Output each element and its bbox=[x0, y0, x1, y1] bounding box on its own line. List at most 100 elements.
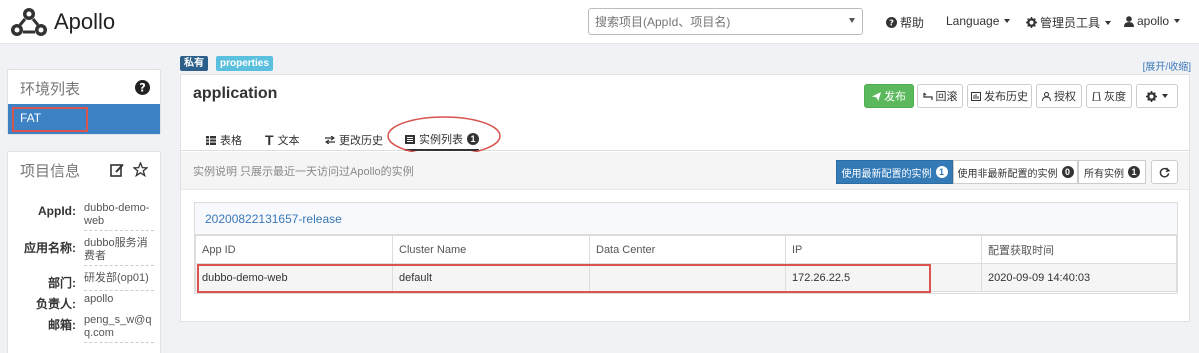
text-icon: T bbox=[265, 132, 274, 148]
gray-release-button[interactable]: 灰度 bbox=[1086, 84, 1132, 108]
tab-text[interactable]: T 文本 bbox=[265, 129, 300, 151]
info-row-app-name: 应用名称: dubbo服务消费者 bbox=[8, 237, 160, 266]
apollo-logo-icon bbox=[11, 8, 47, 36]
publish-label: 发布 bbox=[884, 91, 906, 103]
info-row-email: 邮箱: peng_s_w@qq.com bbox=[8, 314, 160, 343]
svg-text:?: ? bbox=[889, 18, 894, 28]
user-icon bbox=[1124, 15, 1134, 27]
namespace-tabs: 表格 T 文本 更改历史 实例列表 1 bbox=[181, 129, 1189, 151]
release-instances-box: 20200822131657-release App ID Cluster Na… bbox=[194, 202, 1178, 294]
filter-count: 1 bbox=[1128, 166, 1140, 178]
user-icon bbox=[1042, 91, 1051, 101]
column-header: IP bbox=[785, 235, 982, 264]
namespace-title: application bbox=[193, 85, 278, 102]
env-list-title: 环境列表 bbox=[20, 80, 81, 98]
column-header: Data Center bbox=[589, 235, 786, 264]
admin-tools-dropdown[interactable]: 管理员工具 bbox=[1026, 14, 1112, 31]
rollback-button[interactable]: 回滚 bbox=[917, 84, 963, 108]
search-input[interactable] bbox=[589, 9, 834, 34]
authorize-button[interactable]: 授权 bbox=[1036, 84, 1082, 108]
gear-icon bbox=[1146, 90, 1157, 102]
info-value: apollo bbox=[84, 293, 114, 305]
table-icon bbox=[206, 135, 216, 145]
gear-icon bbox=[1026, 17, 1037, 28]
private-badge: 私有 bbox=[180, 56, 208, 71]
caret-icon bbox=[1174, 19, 1181, 23]
instance-filter-bar: 实例说明 只展示最近一天访问过Apollo的实例 使用最新配置的实例 1 使用非… bbox=[181, 152, 1189, 190]
gray-release-label: 灰度 bbox=[1104, 91, 1126, 103]
filter-non-latest-config[interactable]: 使用非最新配置的实例 0 bbox=[953, 160, 1078, 184]
info-value: 研发部(op01) bbox=[84, 272, 154, 291]
column-header: 配置获取时间 bbox=[981, 235, 1177, 264]
column-header: App ID bbox=[195, 235, 393, 264]
info-value: dubbo-demo-web bbox=[84, 202, 154, 231]
filter-all-instances[interactable]: 所有实例 1 bbox=[1078, 160, 1146, 184]
filter-count: 0 bbox=[1061, 166, 1074, 178]
user-name: apollo bbox=[1137, 14, 1170, 28]
tab-label: 更改历史 bbox=[339, 135, 383, 147]
tab-table[interactable]: 表格 bbox=[206, 129, 242, 151]
user-dropdown[interactable]: apollo bbox=[1124, 14, 1181, 28]
apollo-logo[interactable]: Apollo bbox=[8, 6, 115, 38]
rollback-label: 回滚 bbox=[935, 91, 958, 103]
info-row-appid: AppId: dubbo-demo-web bbox=[8, 202, 160, 231]
brand-name: Apollo bbox=[54, 9, 116, 34]
refresh-button[interactable] bbox=[1151, 160, 1178, 184]
settings-dropdown-button[interactable] bbox=[1136, 84, 1178, 108]
project-info-header: 项目信息 bbox=[8, 152, 160, 188]
highlight-ellipse bbox=[387, 116, 501, 156]
column-header: Cluster Name bbox=[392, 235, 590, 264]
refresh-icon bbox=[1159, 166, 1170, 177]
filter-label: 所有实例 bbox=[1084, 168, 1124, 180]
info-key: 应用名称: bbox=[24, 241, 76, 255]
info-row-owner: 负责人: apollo bbox=[8, 293, 160, 312]
swap-icon bbox=[325, 136, 335, 144]
table-header-row: App ID Cluster Name Data Center IP 配置获取时… bbox=[195, 235, 1177, 264]
edit-icon[interactable] bbox=[110, 163, 124, 177]
rollback-icon bbox=[922, 92, 933, 100]
publish-button[interactable]: 发布 bbox=[864, 84, 914, 108]
admin-tools-label: 管理员工具 bbox=[1040, 16, 1101, 30]
filter-label: 使用最新配置的实例 bbox=[841, 168, 932, 180]
filter-count: 1 bbox=[935, 166, 948, 178]
release-name: 20200822131657-release bbox=[195, 203, 1177, 235]
tab-label: 表格 bbox=[220, 135, 242, 147]
tab-change-history[interactable]: 更改历史 bbox=[325, 129, 383, 151]
language-label: Language bbox=[946, 14, 1000, 28]
caret-icon bbox=[1004, 19, 1011, 23]
info-key: AppId: bbox=[38, 204, 76, 218]
filter-label: 使用非最新配置的实例 bbox=[957, 168, 1058, 180]
star-icon[interactable] bbox=[133, 162, 148, 177]
chevron-down-icon bbox=[849, 18, 855, 23]
help-icon: ? bbox=[886, 17, 897, 28]
info-key: 邮箱: bbox=[48, 318, 76, 332]
help-icon[interactable]: ? bbox=[135, 80, 150, 95]
send-icon bbox=[872, 91, 881, 101]
gray-release-icon bbox=[1092, 91, 1101, 101]
history-icon bbox=[971, 91, 981, 101]
project-search-select[interactable] bbox=[588, 8, 863, 35]
env-list-header: 环境列表 ? bbox=[8, 70, 160, 106]
highlight-box bbox=[12, 107, 88, 132]
instance-note: 实例说明 只展示最近一天访问过Apollo的实例 bbox=[193, 166, 414, 178]
expand-collapse-link[interactable]: [展开/收缩] bbox=[1143, 58, 1191, 73]
info-value: dubbo服务消费者 bbox=[84, 237, 154, 266]
env-list-panel: 环境列表 ? FAT bbox=[7, 69, 161, 135]
filter-latest-config[interactable]: 使用最新配置的实例 1 bbox=[836, 160, 953, 184]
info-key: 部门: bbox=[48, 276, 76, 290]
info-key: 负责人: bbox=[36, 297, 76, 311]
release-history-button[interactable]: 发布历史 bbox=[967, 84, 1032, 108]
project-info-title: 项目信息 bbox=[20, 162, 81, 180]
project-info-panel: 项目信息 AppId: dubbo-demo-web 应用名称: dubbo服务… bbox=[7, 151, 161, 353]
tab-label: 文本 bbox=[277, 135, 300, 147]
language-dropdown[interactable]: Language bbox=[946, 14, 1011, 28]
caret-icon bbox=[1105, 20, 1112, 25]
release-history-label: 发布历史 bbox=[984, 91, 1028, 103]
namespace-panel: application 发布 回滚 发布历史 授权 灰度 表格 T 文本 更改历… bbox=[180, 74, 1190, 322]
help-link[interactable]: ? 帮助 bbox=[886, 14, 924, 31]
help-label: 帮助 bbox=[900, 16, 925, 30]
info-row-department: 部门: 研发部(op01) bbox=[8, 272, 160, 291]
highlight-box bbox=[197, 264, 931, 293]
format-badge: properties bbox=[216, 56, 273, 71]
info-value: peng_s_w@qq.com bbox=[84, 314, 154, 343]
